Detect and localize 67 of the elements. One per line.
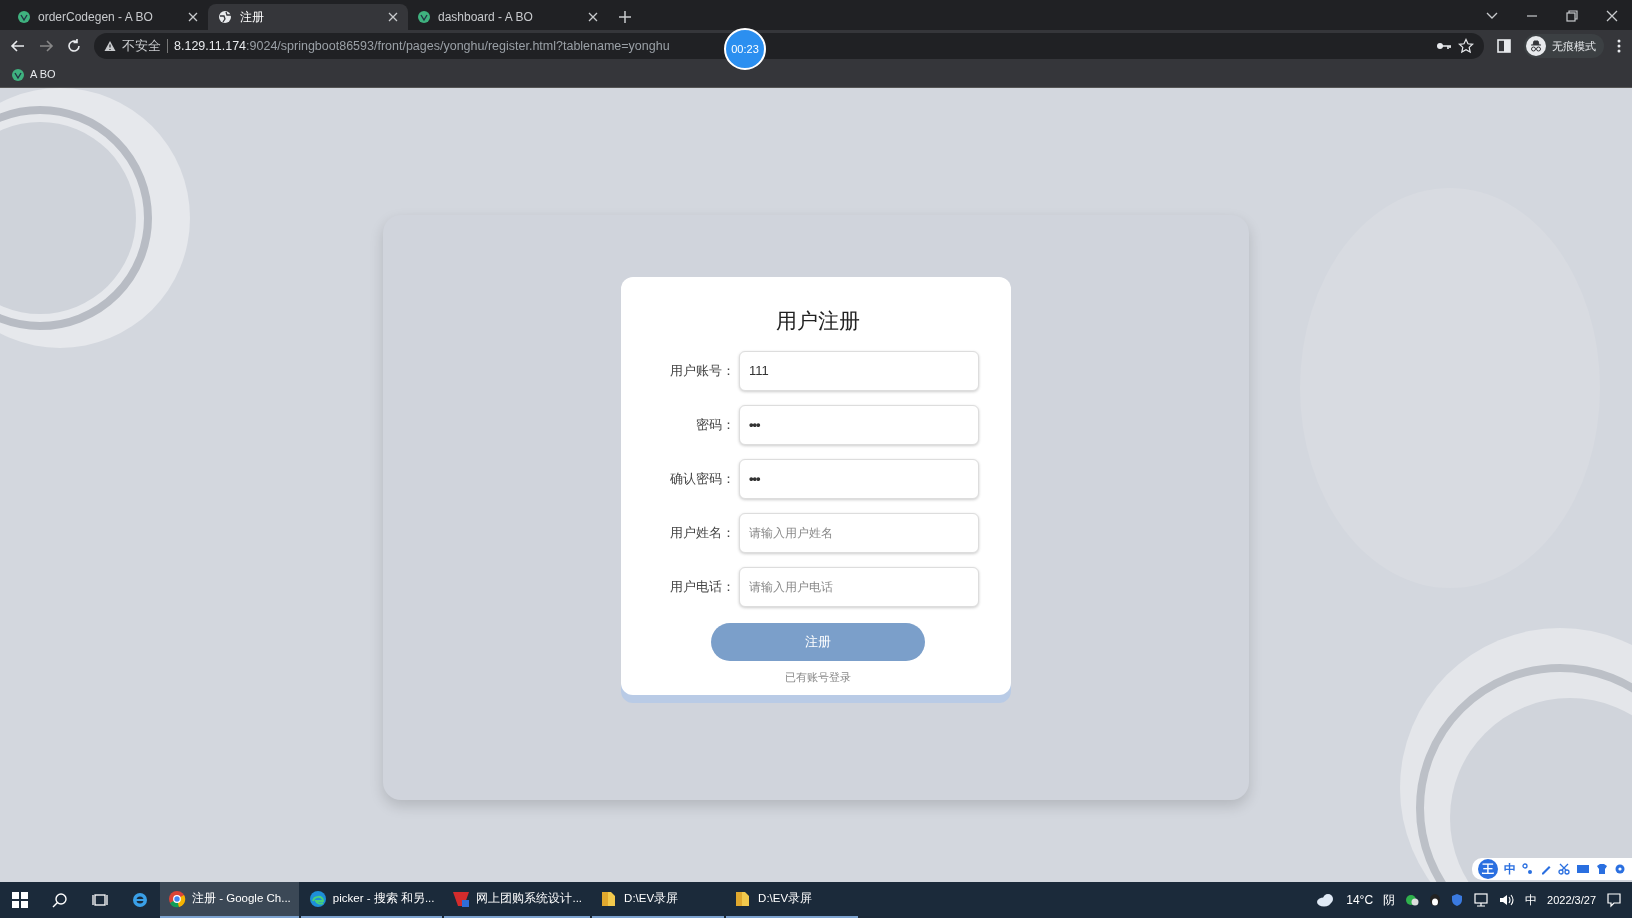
leaf-logo-icon: [12, 68, 24, 81]
settings-icon[interactable]: [1614, 863, 1626, 875]
keyboard-icon[interactable]: [1576, 863, 1590, 875]
url-text: 8.129.11.174:9024/springboot86593/front/pages/yonghu/register.html?tablename=yonghu: [174, 37, 670, 55]
speaker-icon[interactable]: [1499, 893, 1516, 907]
scissors-icon[interactable]: [1558, 863, 1570, 875]
input-field[interactable]: 111: [739, 350, 979, 391]
taskbar-app[interactable]: D:\EV录屏: [592, 882, 725, 918]
search-icon: [52, 892, 68, 908]
browser-tab[interactable]: orderCodegen - A BO: [8, 4, 208, 30]
forward-icon[interactable]: [38, 38, 54, 54]
field-label: 用户账号：: [669, 361, 736, 380]
field-label: 确认密码：: [669, 469, 736, 488]
browser-e-icon: [132, 892, 148, 908]
task-view-icon: [92, 892, 108, 908]
input-mode-indicator[interactable]: 中: [1525, 891, 1538, 909]
close-icon[interactable]: [588, 12, 598, 22]
shield-icon[interactable]: [1451, 893, 1464, 907]
weather-temperature: 14°C: [1346, 892, 1374, 909]
password-field[interactable]: •••: [739, 458, 979, 499]
penguin-icon[interactable]: [1429, 893, 1442, 907]
password-field[interactable]: •••: [739, 404, 979, 445]
taskbar-app[interactable]: D:\EV录屏: [726, 882, 859, 918]
close-icon[interactable]: [1604, 8, 1620, 24]
close-icon[interactable]: [188, 12, 198, 22]
pen-icon[interactable]: [1540, 863, 1552, 875]
reload-icon[interactable]: [66, 38, 82, 54]
taskbar-app[interactable]: 注册 - Google Ch...: [160, 882, 299, 918]
notification-icon[interactable]: [1606, 892, 1622, 908]
incognito-profile-button[interactable]: 无痕模式: [1524, 34, 1604, 58]
chat-icon[interactable]: [1405, 893, 1420, 907]
punctuation-icon[interactable]: [1522, 863, 1534, 875]
warning-icon: [104, 40, 116, 52]
tray-date: 2022/3/27: [1547, 892, 1596, 908]
side-panel-icon[interactable]: [1496, 38, 1512, 54]
security-label: 不安全: [122, 37, 161, 55]
new-tab-icon[interactable]: [618, 10, 632, 24]
edge-icon: [308, 890, 327, 908]
leaf-logo-icon: [418, 11, 430, 23]
windows-icon: [12, 892, 28, 908]
star-icon[interactable]: [1458, 38, 1474, 54]
login-link[interactable]: 已有账号登录: [785, 668, 851, 685]
input-field[interactable]: 请输入用户电话: [739, 566, 979, 607]
close-icon[interactable]: [388, 12, 398, 22]
taskbar-app[interactable]: 网上团购系统设计...: [444, 882, 591, 918]
network-icon[interactable]: [1473, 893, 1490, 907]
incognito-icon: [1526, 36, 1546, 56]
bookmark-link[interactable]: A BO: [12, 66, 56, 83]
browser-tab[interactable]: 注册: [208, 4, 408, 30]
field-label: 用户姓名：: [669, 523, 736, 542]
form-title: 用户注册: [776, 308, 860, 334]
restore-icon[interactable]: [1564, 8, 1580, 24]
back-icon[interactable]: [10, 38, 26, 54]
more-icon[interactable]: [1616, 38, 1622, 54]
weather-condition: 阴: [1383, 892, 1396, 909]
document-app-icon: [452, 890, 471, 908]
input-field[interactable]: 请输入用户姓名: [739, 512, 979, 553]
chrome-icon: [168, 890, 186, 908]
leaf-logo-icon: [18, 11, 30, 23]
ime-logo[interactable]: 王: [1478, 859, 1498, 879]
browser-tab[interactable]: dashboard - A BO: [408, 4, 608, 30]
taskbar-app[interactable]: picker - 搜索 和另...: [300, 882, 443, 918]
globe-icon: [218, 10, 232, 24]
shirt-icon[interactable]: [1596, 863, 1608, 875]
field-label: 密码：: [695, 415, 736, 434]
ime-mode[interactable]: 中: [1504, 860, 1516, 878]
field-label: 用户电话：: [669, 577, 736, 596]
